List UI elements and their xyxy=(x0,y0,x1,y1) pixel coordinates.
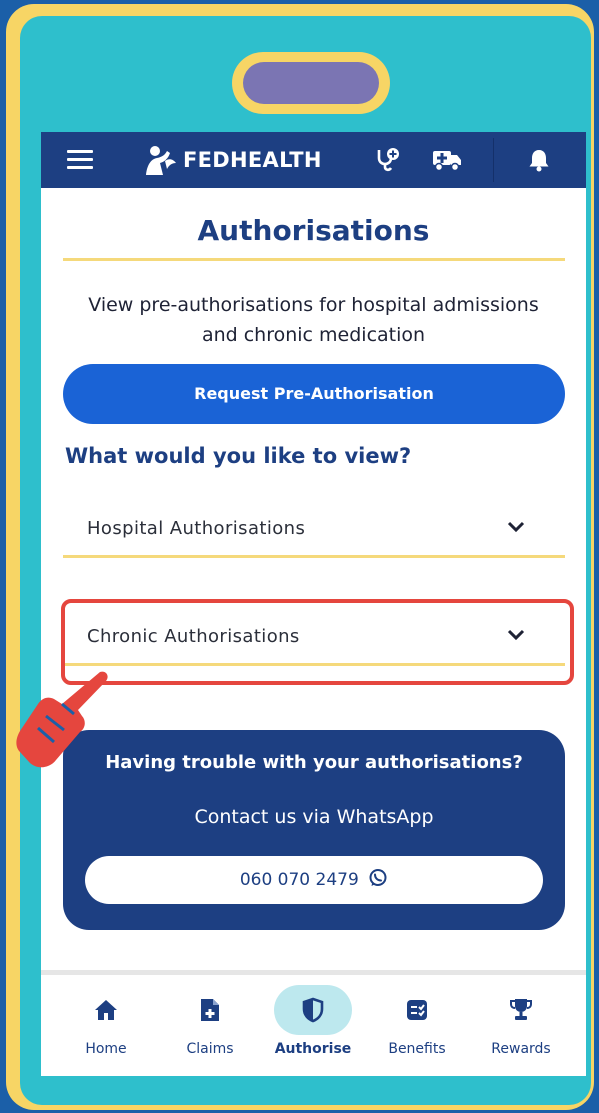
dropdown-underline xyxy=(63,555,565,558)
whatsapp-icon xyxy=(369,869,387,886)
nav-benefits[interactable]: Benefits xyxy=(372,975,462,1076)
bottom-nav: Home Claims Authorise Benefits Rewards xyxy=(41,970,586,1076)
dropdown-label: Hospital Authorisations xyxy=(87,518,306,539)
view-question: What would you like to view? xyxy=(65,444,412,468)
help-card: Having trouble with your authorisations?… xyxy=(63,730,565,930)
menu-icon[interactable] xyxy=(67,150,93,170)
fedhealth-logo-icon xyxy=(146,146,176,175)
brand-logo[interactable]: FEDHEALTH xyxy=(143,141,322,179)
nav-label: Claims xyxy=(186,1041,234,1057)
title-underline xyxy=(63,258,565,261)
topbar-divider xyxy=(493,138,494,182)
nav-label: Authorise xyxy=(274,1041,352,1057)
help-subtitle: Contact us via WhatsApp xyxy=(194,806,434,828)
bell-icon[interactable] xyxy=(523,144,555,176)
home-icon xyxy=(95,1000,117,1020)
nav-claims[interactable]: Claims xyxy=(165,975,255,1076)
phone-notch xyxy=(232,52,390,114)
doctor-plus-icon[interactable] xyxy=(371,144,403,176)
help-title: Having trouble with your authorisations? xyxy=(105,752,523,773)
nav-label: Rewards xyxy=(491,1041,551,1057)
phone-speaker xyxy=(243,62,379,104)
page-subtitle: View pre-authorisations for hospital adm… xyxy=(88,294,539,346)
request-pre-authorisation-button[interactable]: Request Pre-Authorisation xyxy=(63,364,565,424)
claims-icon xyxy=(201,999,219,1021)
page-title: Authorisations xyxy=(197,214,430,247)
chronic-authorisations-highlight xyxy=(61,599,574,685)
ambulance-icon[interactable] xyxy=(431,144,463,176)
nav-authorise[interactable]: Authorise xyxy=(268,975,358,1076)
whatsapp-number: 060 070 2479 xyxy=(239,870,359,890)
hospital-authorisations-dropdown[interactable]: Hospital Authorisations xyxy=(63,498,565,558)
whatsapp-button[interactable]: 060 070 2479 xyxy=(85,856,543,904)
top-bar: FEDHEALTH xyxy=(41,132,586,188)
nav-label: Home xyxy=(85,1041,127,1057)
trophy-icon xyxy=(510,999,532,1020)
nav-rewards[interactable]: Rewards xyxy=(476,975,566,1076)
nav-home[interactable]: Home xyxy=(61,975,151,1076)
pointing-hand-icon xyxy=(16,671,108,768)
shield-icon xyxy=(302,997,324,1023)
brand-name: FEDHEALTH xyxy=(183,148,322,172)
nav-label: Benefits xyxy=(388,1041,446,1057)
benefits-icon xyxy=(407,1000,427,1020)
chevron-down-icon xyxy=(507,521,525,533)
